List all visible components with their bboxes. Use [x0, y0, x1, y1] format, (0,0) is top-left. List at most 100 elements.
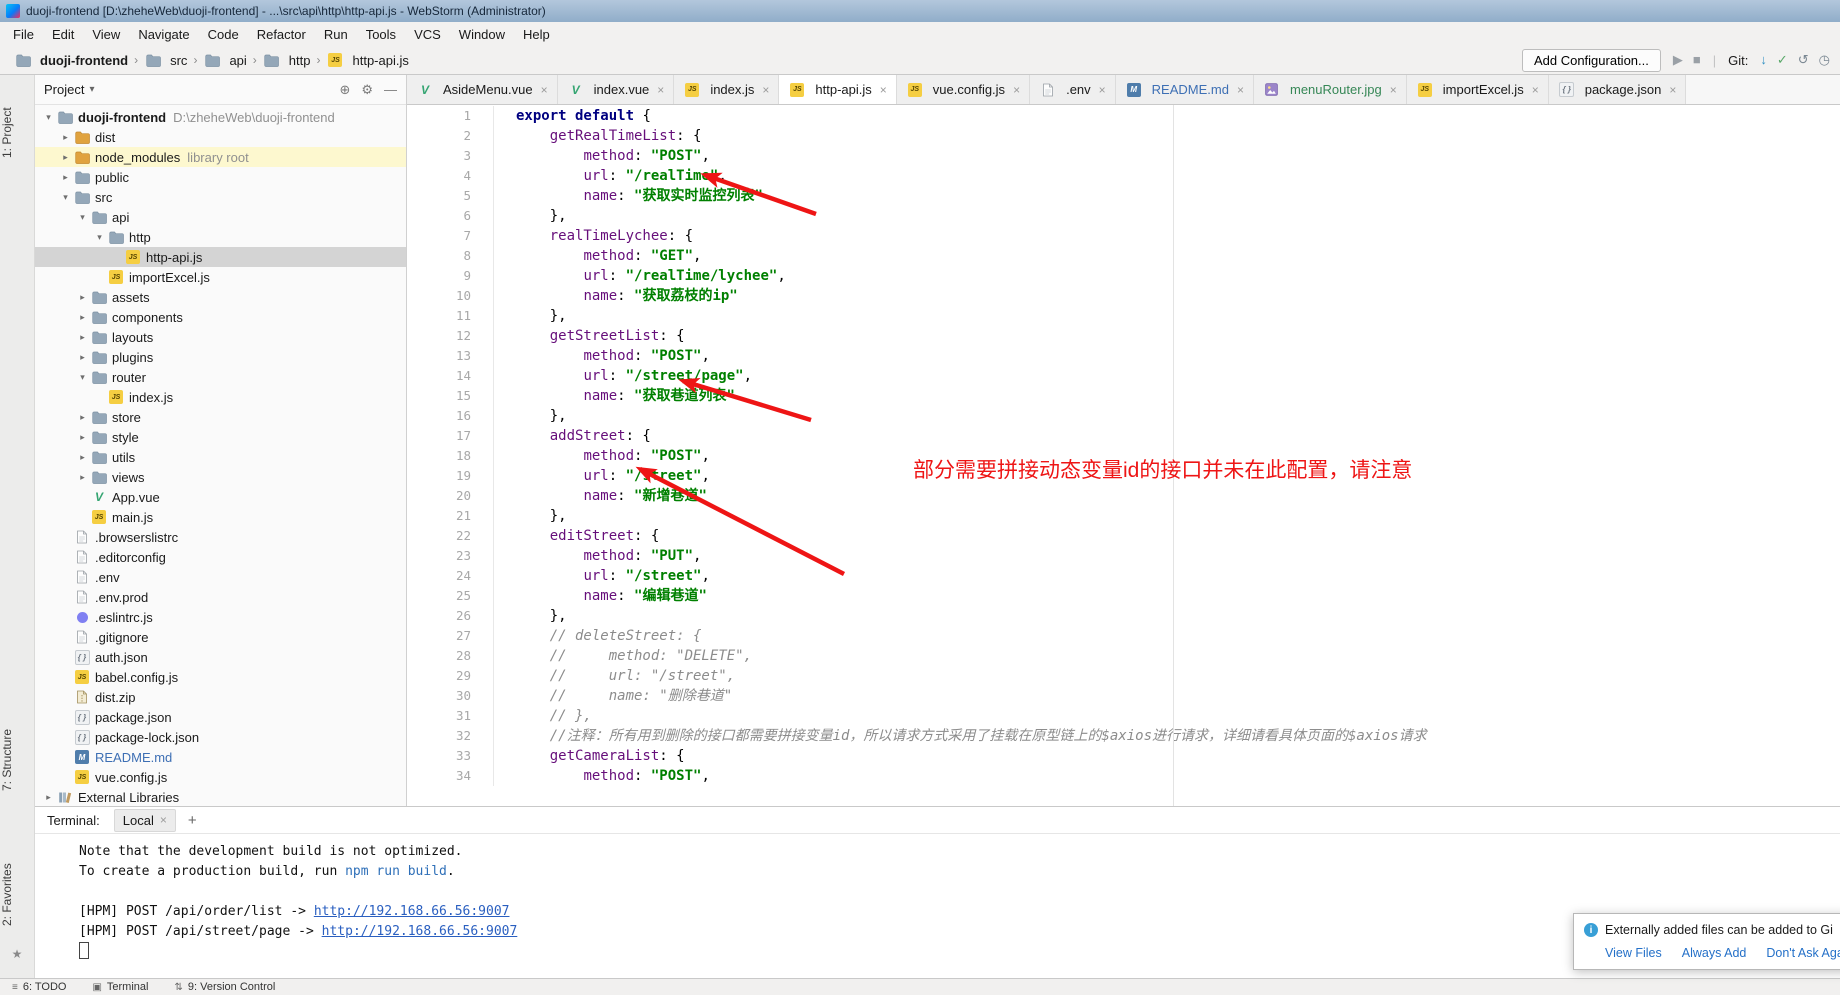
- code-line[interactable]: 32 //注释：所有用到删除的接口都需要拼接变量id，所以请求方式采用了挂载在原…: [407, 726, 1840, 746]
- tree-item-readme-md[interactable]: MREADME.md: [35, 747, 406, 767]
- tree-item-package-json[interactable]: { }package.json: [35, 707, 406, 727]
- tree-item-browserslistrc[interactable]: .browserslistrc: [35, 527, 406, 547]
- tree-item-store[interactable]: ▸store: [35, 407, 406, 427]
- line-number[interactable]: 2: [407, 126, 494, 146]
- line-number[interactable]: 9: [407, 266, 494, 286]
- breadcrumb-item-http-api-js[interactable]: JShttp-api.js: [322, 50, 412, 70]
- line-number[interactable]: 5: [407, 186, 494, 206]
- code-line[interactable]: 16 },: [407, 406, 1840, 426]
- line-number[interactable]: 12: [407, 326, 494, 346]
- line-number[interactable]: 20: [407, 486, 494, 506]
- tree-item-public[interactable]: ▸public: [35, 167, 406, 187]
- editor-tab-env[interactable]: .env×: [1030, 75, 1116, 104]
- line-number[interactable]: 8: [407, 246, 494, 266]
- line-number[interactable]: 1: [407, 106, 494, 126]
- tree-item-auth-json[interactable]: { }auth.json: [35, 647, 406, 667]
- menu-item-file[interactable]: File: [4, 24, 43, 45]
- tree-item-assets[interactable]: ▸assets: [35, 287, 406, 307]
- editor-tab-readme-md[interactable]: MREADME.md×: [1116, 75, 1254, 104]
- code-line[interactable]: 14 url: "/street/page",: [407, 366, 1840, 386]
- menu-item-edit[interactable]: Edit: [43, 24, 83, 45]
- tree-item-babel-config-js[interactable]: JSbabel.config.js: [35, 667, 406, 687]
- code-line[interactable]: 5 name: "获取实时监控列表": [407, 186, 1840, 206]
- line-number[interactable]: 24: [407, 566, 494, 586]
- tree-collapsed-arrow-icon[interactable]: ▸: [75, 352, 90, 363]
- favorites-star-icon[interactable]: ★: [0, 947, 34, 961]
- close-icon[interactable]: ×: [1532, 83, 1539, 97]
- line-number[interactable]: 29: [407, 666, 494, 686]
- code-line[interactable]: 24 url: "/street",: [407, 566, 1840, 586]
- menu-item-window[interactable]: Window: [450, 24, 514, 45]
- tree-collapsed-arrow-icon[interactable]: ▸: [75, 412, 90, 423]
- tree-item-api[interactable]: ▾api: [35, 207, 406, 227]
- breadcrumb-item-src[interactable]: src: [140, 50, 191, 70]
- line-number[interactable]: 17: [407, 426, 494, 446]
- close-icon[interactable]: ×: [762, 83, 769, 97]
- line-number[interactable]: 14: [407, 366, 494, 386]
- statusbar-item-6-todo[interactable]: ≡6: TODO: [12, 981, 66, 993]
- close-icon[interactable]: ×: [160, 813, 167, 827]
- tree-collapsed-arrow-icon[interactable]: ▸: [41, 792, 56, 803]
- hide-icon[interactable]: —: [384, 82, 397, 98]
- tree-item-dist[interactable]: ▸dist: [35, 127, 406, 147]
- tree-item-gitignore[interactable]: .gitignore: [35, 627, 406, 647]
- code-editor[interactable]: 1export default {2 getRealTimeList: {3 m…: [407, 105, 1840, 806]
- code-line[interactable]: 17 addStreet: {: [407, 426, 1840, 446]
- menu-item-refactor[interactable]: Refactor: [248, 24, 315, 45]
- code-line[interactable]: 8 method: "GET",: [407, 246, 1840, 266]
- menu-item-vcs[interactable]: VCS: [405, 24, 450, 45]
- line-number[interactable]: 15: [407, 386, 494, 406]
- tree-item-package-lock-json[interactable]: { }package-lock.json: [35, 727, 406, 747]
- menu-item-run[interactable]: Run: [315, 24, 357, 45]
- close-icon[interactable]: ×: [1099, 83, 1106, 97]
- tree-item-env-prod[interactable]: .env.prod: [35, 587, 406, 607]
- git-rollback-icon[interactable]: ↺: [1798, 52, 1809, 68]
- tree-item-app-vue[interactable]: VApp.vue: [35, 487, 406, 507]
- line-number[interactable]: 6: [407, 206, 494, 226]
- code-line[interactable]: 22 editStreet: {: [407, 526, 1840, 546]
- menu-item-help[interactable]: Help: [514, 24, 559, 45]
- tree-item-main-js[interactable]: JSmain.js: [35, 507, 406, 527]
- tree-item-utils[interactable]: ▸utils: [35, 447, 406, 467]
- line-number[interactable]: 19: [407, 466, 494, 486]
- tree-item-http[interactable]: ▾http: [35, 227, 406, 247]
- line-number[interactable]: 4: [407, 166, 494, 186]
- editor-tab-importexcel-js[interactable]: JSimportExcel.js×: [1407, 75, 1549, 104]
- close-icon[interactable]: ×: [1237, 83, 1244, 97]
- line-number[interactable]: 34: [407, 766, 494, 786]
- menu-item-navigate[interactable]: Navigate: [129, 24, 198, 45]
- line-number[interactable]: 28: [407, 646, 494, 666]
- line-number[interactable]: 26: [407, 606, 494, 626]
- code-line[interactable]: 30 // name: "删除巷道": [407, 686, 1840, 706]
- editor-tab-asidemenu-vue[interactable]: VAsideMenu.vue×: [407, 75, 558, 104]
- breadcrumb-item-api[interactable]: api: [199, 50, 250, 70]
- tree-collapsed-arrow-icon[interactable]: ▸: [58, 172, 73, 183]
- tree-collapsed-arrow-icon[interactable]: ▸: [58, 132, 73, 143]
- code-line[interactable]: 20 name: "新增巷道": [407, 486, 1840, 506]
- close-icon[interactable]: ×: [541, 83, 548, 97]
- tree-item-index-js[interactable]: JSindex.js: [35, 387, 406, 407]
- tree-item-importexcel-js[interactable]: JSimportExcel.js: [35, 267, 406, 287]
- tree-item-style[interactable]: ▸style: [35, 427, 406, 447]
- tree-item-http-api-js[interactable]: JShttp-api.js: [35, 247, 406, 267]
- line-number[interactable]: 16: [407, 406, 494, 426]
- code-line[interactable]: 29 // url: "/street",: [407, 666, 1840, 686]
- line-number[interactable]: 33: [407, 746, 494, 766]
- new-terminal-session-icon[interactable]: +: [188, 812, 197, 829]
- tool-window-button-structure[interactable]: 7: Structure: [0, 715, 34, 805]
- code-line[interactable]: 13 method: "POST",: [407, 346, 1840, 366]
- tree-item-vue-config-js[interactable]: JSvue.config.js: [35, 767, 406, 787]
- project-panel-title[interactable]: Project: [44, 82, 84, 97]
- editor-tab-index-js[interactable]: JSindex.js×: [674, 75, 779, 104]
- git-commit-icon[interactable]: ✓: [1777, 52, 1788, 68]
- tree-item-dist-zip[interactable]: dist.zip: [35, 687, 406, 707]
- code-line[interactable]: 12 getStreetList: {: [407, 326, 1840, 346]
- code-line[interactable]: 6 },: [407, 206, 1840, 226]
- line-number[interactable]: 3: [407, 146, 494, 166]
- code-line[interactable]: 33 getCameraList: {: [407, 746, 1840, 766]
- close-icon[interactable]: ×: [880, 83, 887, 97]
- breadcrumb-item-http[interactable]: http: [259, 50, 315, 70]
- line-number[interactable]: 22: [407, 526, 494, 546]
- code-line[interactable]: 34 method: "POST",: [407, 766, 1840, 786]
- history-icon[interactable]: ◷: [1819, 52, 1830, 68]
